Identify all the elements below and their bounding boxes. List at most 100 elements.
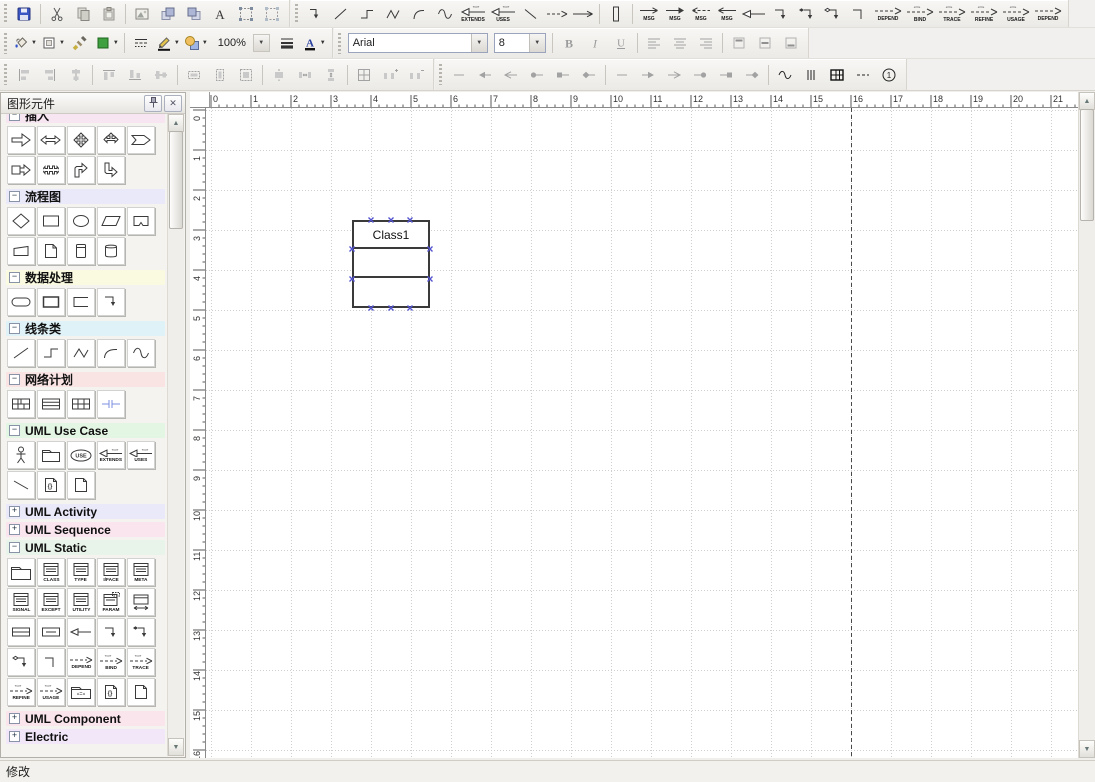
- connector-curve-button[interactable]: [433, 3, 457, 25]
- uc-actor-shape[interactable]: [7, 441, 35, 469]
- st-note-code-shape[interactable]: {}: [97, 678, 125, 706]
- fc-diamond-shape[interactable]: [7, 207, 35, 235]
- lifeline-button[interactable]: [604, 3, 628, 25]
- toolbar-gripper[interactable]: [338, 33, 341, 54]
- palette-section-header-0[interactable]: −插入: [6, 114, 165, 123]
- scroll-down-button[interactable]: ▼: [168, 738, 184, 756]
- collapse-icon[interactable]: −: [9, 272, 20, 283]
- fill-color-button[interactable]: ▼: [12, 32, 38, 54]
- fc-parallelogram-shape[interactable]: [97, 207, 125, 235]
- ungroup-button[interactable]: [260, 3, 284, 25]
- st-stereo-package-shape[interactable]: «=»: [67, 678, 95, 706]
- background-color-button[interactable]: ▼: [94, 32, 120, 54]
- dropdown-arrow-icon[interactable]: ▼: [59, 40, 65, 46]
- expand-icon[interactable]: +: [9, 524, 20, 535]
- font-color-button[interactable]: A▼: [301, 32, 327, 54]
- group-button[interactable]: [234, 3, 258, 25]
- zoom-combo[interactable]: 100%▼: [213, 33, 271, 53]
- line-color-button[interactable]: ▼: [40, 32, 66, 54]
- elbow-arrow-button[interactable]: [769, 3, 793, 25]
- toolbar-gripper[interactable]: [295, 4, 298, 23]
- st-class-wide1-shape[interactable]: [37, 618, 65, 646]
- uc-note-shape[interactable]: [67, 471, 95, 499]
- callout-arrow-shape[interactable]: [7, 156, 35, 184]
- st-class-shape[interactable]: I/FACE: [97, 558, 125, 586]
- block-arrow-right-shape[interactable]: [7, 126, 35, 154]
- st-class-wide2-shape[interactable]: [7, 618, 35, 646]
- uc-extends-shape[interactable]: «=»EXTENDS: [97, 441, 125, 469]
- dashed-arrow-button[interactable]: [545, 3, 569, 25]
- net-capacitor-shape[interactable]: [97, 390, 125, 418]
- format-brush-button[interactable]: [68, 32, 92, 54]
- connector-step-button[interactable]: [355, 3, 379, 25]
- st-aggregation-shape[interactable]: [7, 648, 35, 676]
- net-table-rows-shape[interactable]: [37, 390, 65, 418]
- st-depend-shape[interactable]: DEPEND: [67, 648, 95, 676]
- parallel-lines-tool-button[interactable]: [799, 64, 823, 86]
- expand-icon[interactable]: +: [9, 506, 20, 517]
- collapse-icon[interactable]: −: [9, 425, 20, 436]
- expand-icon[interactable]: +: [9, 731, 20, 742]
- corner-arrow-up-shape[interactable]: [67, 156, 95, 184]
- shadow-color-button[interactable]: ▼: [183, 32, 209, 54]
- chevron-arrow-shape[interactable]: [127, 126, 155, 154]
- fc-stored-data-shape[interactable]: [67, 237, 95, 265]
- msg-return-dashed-button[interactable]: MSG: [689, 3, 713, 25]
- dropdown-arrow-icon[interactable]: ▼: [253, 34, 270, 52]
- bind-arrow-button[interactable]: «=»BIND: [905, 3, 935, 25]
- msg-arrow-filled-button[interactable]: MSG: [663, 3, 687, 25]
- dp-process-shape[interactable]: [37, 288, 65, 316]
- trace-arrow-button[interactable]: «=»TRACE: [937, 3, 967, 25]
- dropdown-arrow-icon[interactable]: ▼: [113, 40, 119, 46]
- canvas-scrollbar-thumb[interactable]: [1080, 109, 1094, 221]
- numbering-tool-button[interactable]: 1: [877, 64, 901, 86]
- fc-display-shape[interactable]: [127, 207, 155, 235]
- collapse-icon[interactable]: −: [9, 374, 20, 385]
- st-assoc-class-shape[interactable]: [127, 588, 155, 616]
- st-elbow-arrow-shape[interactable]: [97, 618, 125, 646]
- st-bind-shape[interactable]: «=»BIND: [97, 648, 125, 676]
- block-arrow-triple-shape[interactable]: [97, 126, 125, 154]
- elbow-connector-button[interactable]: [847, 3, 871, 25]
- msg-arrow-right-button[interactable]: MSG: [637, 3, 661, 25]
- collapse-icon[interactable]: −: [9, 114, 20, 121]
- st-class-shape[interactable]: EXCEPT: [37, 588, 65, 616]
- picture-button[interactable]: [130, 3, 154, 25]
- corner-arrow-down-shape[interactable]: [97, 156, 125, 184]
- palette-scrollbar[interactable]: ▲ ▼: [167, 114, 184, 756]
- st-trace-shape[interactable]: «=»TRACE: [127, 648, 155, 676]
- grid-table-tool-button[interactable]: [825, 64, 849, 86]
- copy-button[interactable]: [71, 3, 95, 25]
- scroll-down-button[interactable]: ▼: [1079, 740, 1095, 758]
- uc-package-shape[interactable]: [37, 441, 65, 469]
- st-class-shape[interactable]: UTILITY: [67, 588, 95, 616]
- depend-arrow-button[interactable]: DEPEND: [873, 3, 903, 25]
- dropdown-arrow-icon[interactable]: ▼: [529, 34, 545, 52]
- scroll-up-button[interactable]: ▲: [168, 114, 184, 132]
- collapse-icon[interactable]: −: [9, 542, 20, 553]
- paste-button[interactable]: [97, 3, 121, 25]
- palette-section-header-3[interactable]: −线条类: [6, 321, 165, 336]
- dropdown-arrow-icon[interactable]: ▼: [202, 40, 208, 46]
- cross-arrow-shape[interactable]: [37, 156, 65, 184]
- net-table-grid-shape[interactable]: [67, 390, 95, 418]
- palette-section-header-8[interactable]: −UML Static: [6, 540, 165, 555]
- connector-arc-button[interactable]: [407, 3, 431, 25]
- pin-button[interactable]: [144, 95, 162, 112]
- uc-usecase-shape[interactable]: USE: [67, 441, 95, 469]
- msg-arrow-left-button[interactable]: MSG: [715, 3, 739, 25]
- uc-line-shape[interactable]: [7, 471, 35, 499]
- save-button[interactable]: [12, 3, 36, 25]
- canvas[interactable]: Class1: [206, 108, 1078, 758]
- line-width-button[interactable]: [275, 32, 299, 54]
- expand-icon[interactable]: +: [9, 713, 20, 724]
- block-arrow-quad-shape[interactable]: [67, 126, 95, 154]
- dropdown-arrow-icon[interactable]: ▼: [471, 34, 487, 52]
- st-composition-shape[interactable]: [127, 618, 155, 646]
- net-table-cells-shape[interactable]: [7, 390, 35, 418]
- depend-arrow-2-button[interactable]: DEPEND: [1033, 3, 1063, 25]
- palette-section-header-7[interactable]: +UML Sequence: [6, 522, 165, 537]
- send-to-back-button[interactable]: [182, 3, 206, 25]
- fc-process-shape[interactable]: [37, 207, 65, 235]
- ln-zigzag-shape[interactable]: [67, 339, 95, 367]
